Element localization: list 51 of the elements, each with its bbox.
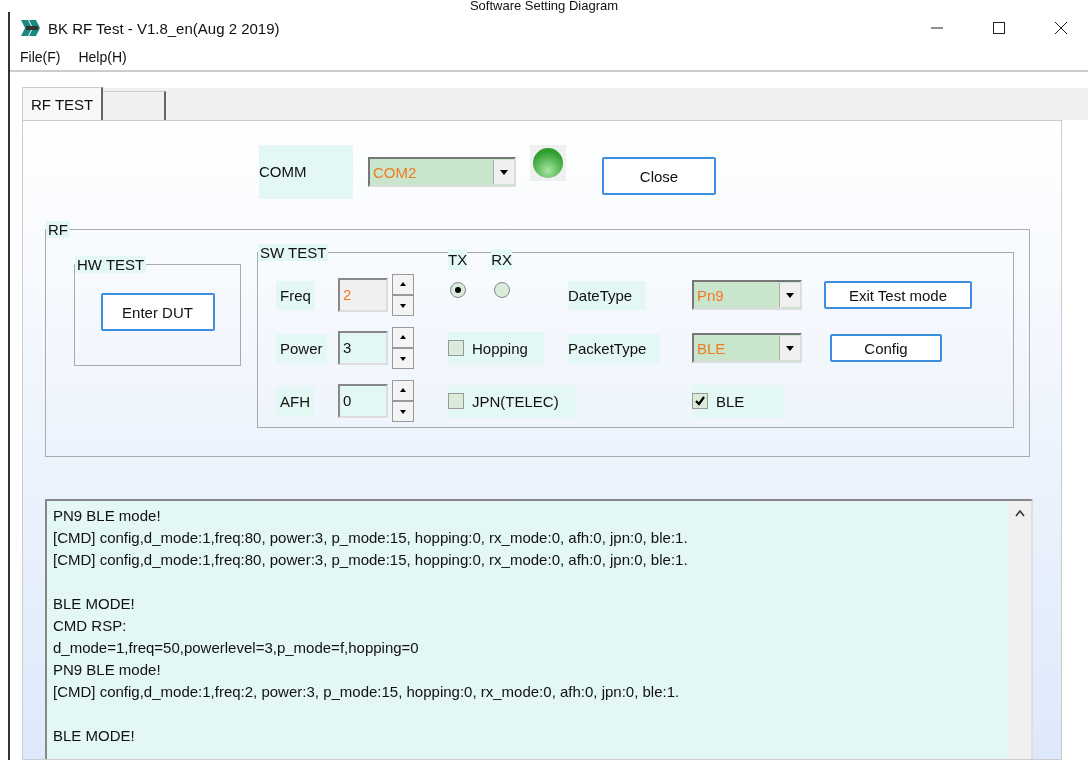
log-line: d_mode=1,freq=50,powerlevel=3,p_mode=f,hopping=0 (53, 638, 420, 658)
group-title: SW TEST (258, 244, 329, 261)
log-line: PN9 BLE mode! (53, 506, 162, 526)
radio-button[interactable] (449, 282, 466, 298)
caret-icon (779, 336, 800, 360)
tab[interactable] (103, 91, 167, 120)
number-field[interactable]: 0 (338, 384, 388, 418)
log-line: PN9 BLE mode! (53, 660, 162, 680)
app-logo-icon (20, 19, 42, 37)
spin-buttons-icon[interactable] (392, 380, 414, 422)
log-line: [CMD] config,d_mode:1,freq:2, power:3, p_mode:15, hopping:0, rx_mode:0, afh:0, jpn:0, ble:1. (53, 682, 681, 702)
caret-icon (493, 160, 514, 184)
checkbox[interactable] (692, 393, 708, 409)
number-field[interactable]: 3 (338, 331, 388, 365)
spin-buttons-icon[interactable] (392, 274, 414, 316)
caret-icon (779, 283, 800, 307)
field-label: Power (276, 333, 327, 363)
menu-item[interactable]: File(F) (20, 49, 61, 65)
scroll-up-icon[interactable] (1014, 509, 1026, 517)
maximize-icon[interactable] (992, 21, 1006, 35)
log-line: [CMD] config,d_mode:1,freq:80, power:3, p_mode:15, hopping:0, rx_mode:0, afh:0, jpn:0, ble:1. (53, 550, 689, 570)
mode-label: RX (491, 249, 512, 270)
close-icon[interactable] (1054, 21, 1068, 35)
log-line: BLE MODE! (53, 726, 136, 746)
checkbox-option[interactable]: Hopping (448, 331, 544, 365)
group-title: RF (46, 221, 70, 238)
menu-item[interactable]: Help(H) (78, 49, 127, 65)
close-button[interactable]: Close (602, 157, 716, 195)
radio-button[interactable] (493, 282, 510, 298)
checkbox-option[interactable]: JPN(TELEC) (448, 384, 575, 418)
log-line: BLE MODE! (53, 594, 136, 614)
checkbox-option[interactable]: BLE (692, 384, 785, 418)
checkbox[interactable] (448, 393, 464, 409)
spin-buttons-icon[interactable] (392, 327, 414, 369)
checkbox[interactable] (448, 340, 464, 356)
log-line: [CMD] config,d_mode:1,freq:80, power:3, p_mode:15, hopping:0, rx_mode:0, afh:0, jpn:0, ble:1. (53, 528, 689, 548)
comm-label: COMM (259, 145, 353, 199)
tab[interactable]: RF TEST (22, 87, 104, 120)
action-button[interactable]: Exit Test mode (824, 281, 972, 309)
mode-label: TX (448, 249, 468, 270)
enter-dut-button[interactable]: Enter DUT (100, 293, 215, 331)
field-label: Freq (276, 280, 315, 310)
field-label: AFH (276, 386, 314, 416)
field-label: DateType (568, 280, 647, 310)
group-title: HW TEST (75, 256, 147, 273)
caption-text: Software Setting Diagram (468, 0, 620, 12)
log-line: CMD RSP: (53, 616, 128, 636)
window-title: BK RF Test - V1.8_en(Aug 2 2019) (48, 19, 280, 37)
action-button[interactable]: Config (830, 334, 942, 362)
scrollbar[interactable] (1009, 501, 1031, 759)
field-label: PacketType (568, 333, 661, 363)
